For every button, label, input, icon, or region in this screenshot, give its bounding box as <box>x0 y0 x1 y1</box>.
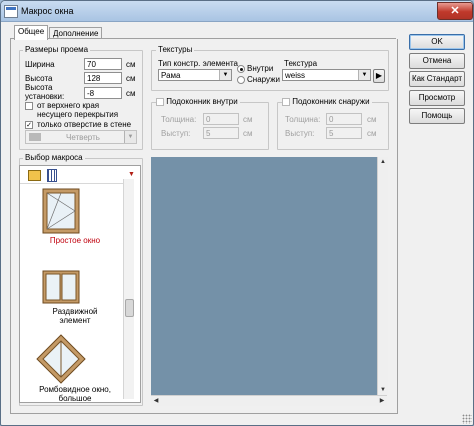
width-input[interactable]: 70 <box>84 58 122 70</box>
scroll-left-icon[interactable]: ◀ <box>151 396 161 406</box>
texture-label: Текстура <box>284 59 318 68</box>
opening-group-title: Размеры проема <box>23 45 91 54</box>
quarter-select-value: Четверть <box>66 133 100 142</box>
dropdown-arrow-icon: ▼ <box>358 70 370 80</box>
texture-browse-button[interactable]: ▶ <box>373 69 385 83</box>
sill-outside-title: Подоконник снаружи <box>282 97 372 106</box>
sill-outside-proj-input[interactable]: 5 <box>326 127 362 139</box>
macro-list-scrollbar[interactable] <box>123 179 134 399</box>
tab-general[interactable]: Общее <box>14 25 49 40</box>
preview-vertical-scrollbar[interactable]: ▲ ▼ <box>377 157 388 395</box>
macro-scroll-thumb[interactable] <box>125 299 134 317</box>
sill-inside-depth-unit: см <box>243 115 253 124</box>
close-button[interactable]: ✕ <box>437 2 473 20</box>
quarter-profile-icon <box>29 133 41 141</box>
as-standard-button[interactable]: Как Стандарт <box>409 71 465 87</box>
resize-grip-icon[interactable] <box>462 414 472 424</box>
install-height-input[interactable]: -8 <box>84 87 122 99</box>
outside-radio-label: Снаружи <box>247 75 280 84</box>
sill-outside-proj-unit: см <box>367 129 377 138</box>
install-height-unit: см <box>126 89 136 98</box>
sill-outside-label: Подоконник снаружи <box>292 97 370 106</box>
sill-outside-group <box>277 102 389 150</box>
macro-item-label-2[interactable]: большое <box>20 394 130 402</box>
help-button[interactable]: Помощь <box>409 108 465 124</box>
sill-inside-group <box>151 102 269 150</box>
outside-radio[interactable] <box>237 76 245 84</box>
dropdown-arrow-icon[interactable]: ▼ <box>128 171 135 178</box>
wall-opening-only-label: только отверстие в стене <box>37 120 132 129</box>
sill-outside-depth-label: Толщина: <box>285 115 321 124</box>
grid-icon[interactable] <box>47 169 57 182</box>
sill-inside-checkbox[interactable] <box>156 97 164 106</box>
quarter-select[interactable]: Четверть ▼ <box>25 130 137 144</box>
install-height-label-1: Высота <box>25 83 53 92</box>
scroll-right-icon[interactable]: ▶ <box>377 396 387 406</box>
window-icon <box>4 5 18 18</box>
macro-item-label[interactable]: Ромбовидное окно, <box>20 385 130 394</box>
sill-inside-title: Подоконник внутри <box>156 97 240 106</box>
preview-button[interactable]: Просмотр <box>409 90 465 106</box>
sill-outside-checkbox[interactable] <box>282 97 290 106</box>
macro-item-label[interactable]: Раздвижной <box>20 307 130 316</box>
element-type-value: Рама <box>161 71 181 80</box>
cancel-button[interactable]: Отмена <box>409 53 465 69</box>
sill-inside-depth-input[interactable]: 0 <box>203 113 239 125</box>
sill-inside-proj-label: Выступ: <box>161 129 191 138</box>
sill-inside-label: Подоконник внутри <box>166 97 238 106</box>
sill-outside-proj-label: Выступ: <box>285 129 315 138</box>
from-top-edge-checkbox[interactable] <box>25 102 33 110</box>
window-title: Макрос окна <box>21 6 74 16</box>
width-unit: см <box>126 60 136 69</box>
macro-group-title: Выбор макроса <box>23 153 85 162</box>
macro-dialog: Макрос окна ✕ Общее Дополнение Размеры п… <box>0 0 474 426</box>
textures-group-title: Текстуры <box>156 45 195 54</box>
height-unit: см <box>126 74 136 83</box>
texture-select[interactable]: weiss ▼ <box>282 69 371 81</box>
sill-outside-depth-input[interactable]: 0 <box>326 113 362 125</box>
toolbar-divider <box>20 183 124 184</box>
sill-inside-proj-input[interactable]: 5 <box>203 127 239 139</box>
texture-value: weiss <box>285 71 306 80</box>
scroll-up-icon[interactable]: ▲ <box>378 157 388 167</box>
inside-radio-label: Внутри <box>247 64 274 73</box>
wall-opening-only-checkbox[interactable]: ✓ <box>25 121 33 129</box>
scroll-down-icon[interactable]: ▼ <box>378 385 388 395</box>
sill-inside-depth-label: Толщина: <box>161 115 197 124</box>
simple-window-thumbnail[interactable] <box>42 188 80 234</box>
folder-open-icon[interactable] <box>28 170 41 181</box>
from-top-edge-label-1: от верхнего края <box>37 101 100 110</box>
diamond-window-thumbnail[interactable] <box>36 334 86 384</box>
title-bar[interactable]: Макрос окна ✕ <box>1 1 473 22</box>
height-label: Высота <box>25 74 53 83</box>
dropdown-arrow-icon: ▼ <box>219 70 231 80</box>
sill-inside-proj-unit: см <box>243 129 253 138</box>
dropdown-arrow-icon: ▼ <box>124 131 136 143</box>
inside-radio[interactable] <box>237 65 245 73</box>
element-type-select[interactable]: Рама ▼ <box>158 69 232 81</box>
height-input[interactable]: 128 <box>84 72 122 84</box>
preview-horizontal-scrollbar[interactable]: ◀ ▶ <box>151 395 387 406</box>
element-type-label: Тип констр. элемента <box>158 59 238 68</box>
macro-item-label[interactable]: Простое окно <box>20 236 130 245</box>
width-label: Ширина <box>25 60 55 69</box>
ok-button[interactable]: OK <box>409 34 465 50</box>
macro-item-label-2[interactable]: элемент <box>20 316 130 325</box>
sill-outside-depth-unit: см <box>367 115 377 124</box>
from-top-edge-label-2: несущего перекрытия <box>37 110 119 119</box>
sliding-element-thumbnail[interactable] <box>42 270 80 304</box>
preview-canvas[interactable] <box>151 157 377 395</box>
install-height-label-2: установки: <box>25 92 65 101</box>
